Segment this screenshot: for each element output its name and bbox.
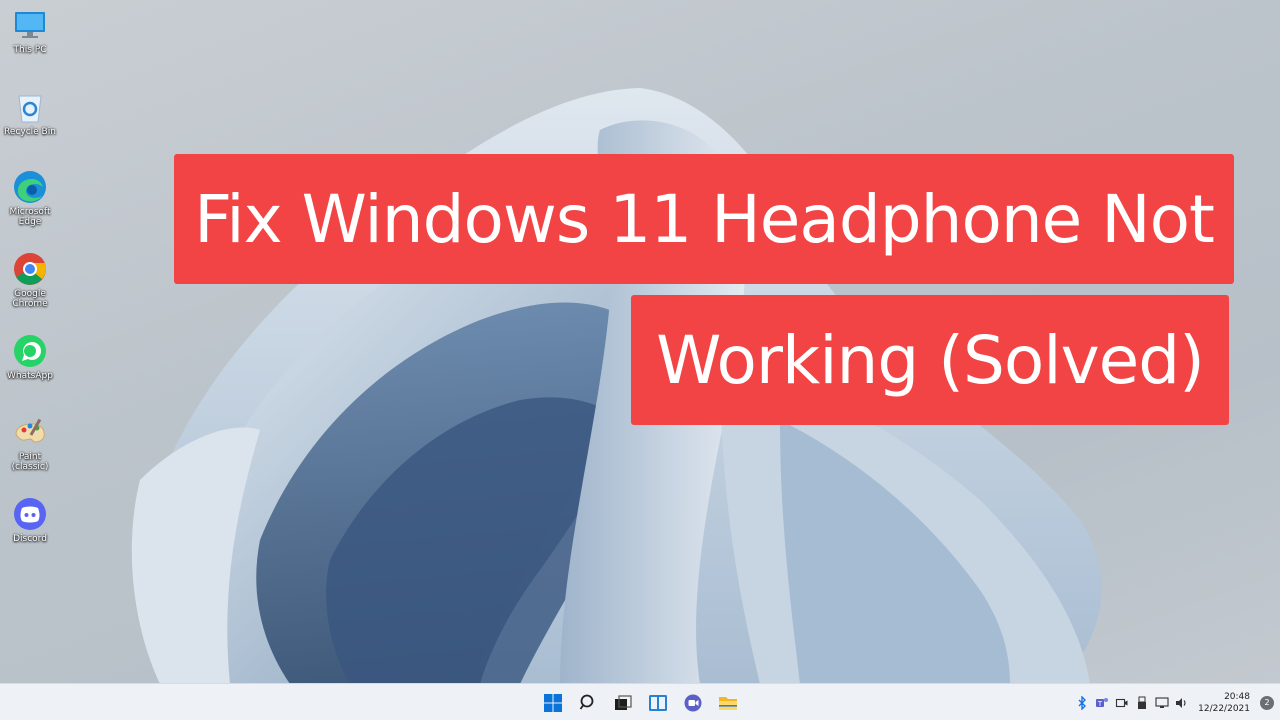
- clock-date: 12/22/2021: [1198, 703, 1250, 714]
- clock-time: 20:48: [1224, 691, 1250, 702]
- edge-icon: [11, 168, 49, 206]
- recycle-bin-icon: [11, 88, 49, 126]
- usb-icon[interactable]: [1134, 695, 1150, 711]
- task-view-button[interactable]: [608, 688, 638, 718]
- desktop-icon-chrome[interactable]: Google Chrome: [2, 250, 58, 309]
- desktop-icon-whatsapp[interactable]: WhatsApp: [2, 332, 58, 381]
- desktop-icon-label: This PC: [13, 45, 47, 55]
- monitor-icon: [11, 6, 49, 44]
- notification-badge[interactable]: 2: [1260, 695, 1274, 710]
- desktop-icon-recycle-bin[interactable]: Recycle Bin: [2, 88, 58, 137]
- desktop-icon-label: Microsoft Edge: [9, 207, 51, 227]
- taskbar-apps: [538, 684, 743, 720]
- taskbar: T 20:48 12/22/2021 2: [0, 683, 1280, 720]
- desktop-icon-paint[interactable]: Paint (classic): [2, 413, 58, 472]
- clock[interactable]: 20:48 12/22/2021: [1198, 691, 1250, 715]
- title-banner-line-2: Working (Solved): [631, 295, 1229, 425]
- volume-icon[interactable]: [1174, 695, 1190, 711]
- desktop-icon-label: Google Chrome: [12, 289, 48, 309]
- teams-chat-icon: [684, 694, 702, 711]
- task-view-icon: [615, 694, 632, 710]
- chat-button[interactable]: [678, 688, 708, 718]
- title-banner-line-1: Fix Windows 11 Headphone Not: [174, 154, 1234, 284]
- desktop-icon-label: Paint (classic): [11, 452, 49, 472]
- desktop-icon-discord[interactable]: Discord: [2, 495, 58, 544]
- file-explorer-button[interactable]: [713, 688, 743, 718]
- discord-icon: [11, 495, 49, 533]
- system-tray: T 20:48 12/22/2021 2: [1074, 684, 1274, 720]
- start-icon: [544, 693, 562, 712]
- search-icon: [579, 694, 594, 710]
- desktop-icon-edge[interactable]: Microsoft Edge: [2, 168, 58, 227]
- svg-text:T: T: [1097, 700, 1103, 708]
- network-icon[interactable]: [1154, 695, 1170, 711]
- chrome-icon: [11, 250, 49, 288]
- start-button[interactable]: [538, 688, 568, 718]
- meet-now-icon[interactable]: [1114, 695, 1130, 711]
- file-explorer-icon: [719, 696, 737, 710]
- desktop-icon-this-pc[interactable]: This PC: [2, 6, 58, 55]
- widgets-button[interactable]: [643, 688, 673, 718]
- desktop-icon-label: Discord: [13, 534, 47, 544]
- widgets-icon: [649, 694, 667, 711]
- teams-icon[interactable]: T: [1094, 695, 1110, 711]
- desktop-icon-label: Recycle Bin: [4, 127, 56, 137]
- bluetooth-icon[interactable]: [1074, 695, 1090, 711]
- search-button[interactable]: [573, 688, 603, 718]
- whatsapp-icon: [11, 332, 49, 370]
- paint-icon: [11, 413, 49, 451]
- desktop-icon-label: WhatsApp: [7, 371, 53, 381]
